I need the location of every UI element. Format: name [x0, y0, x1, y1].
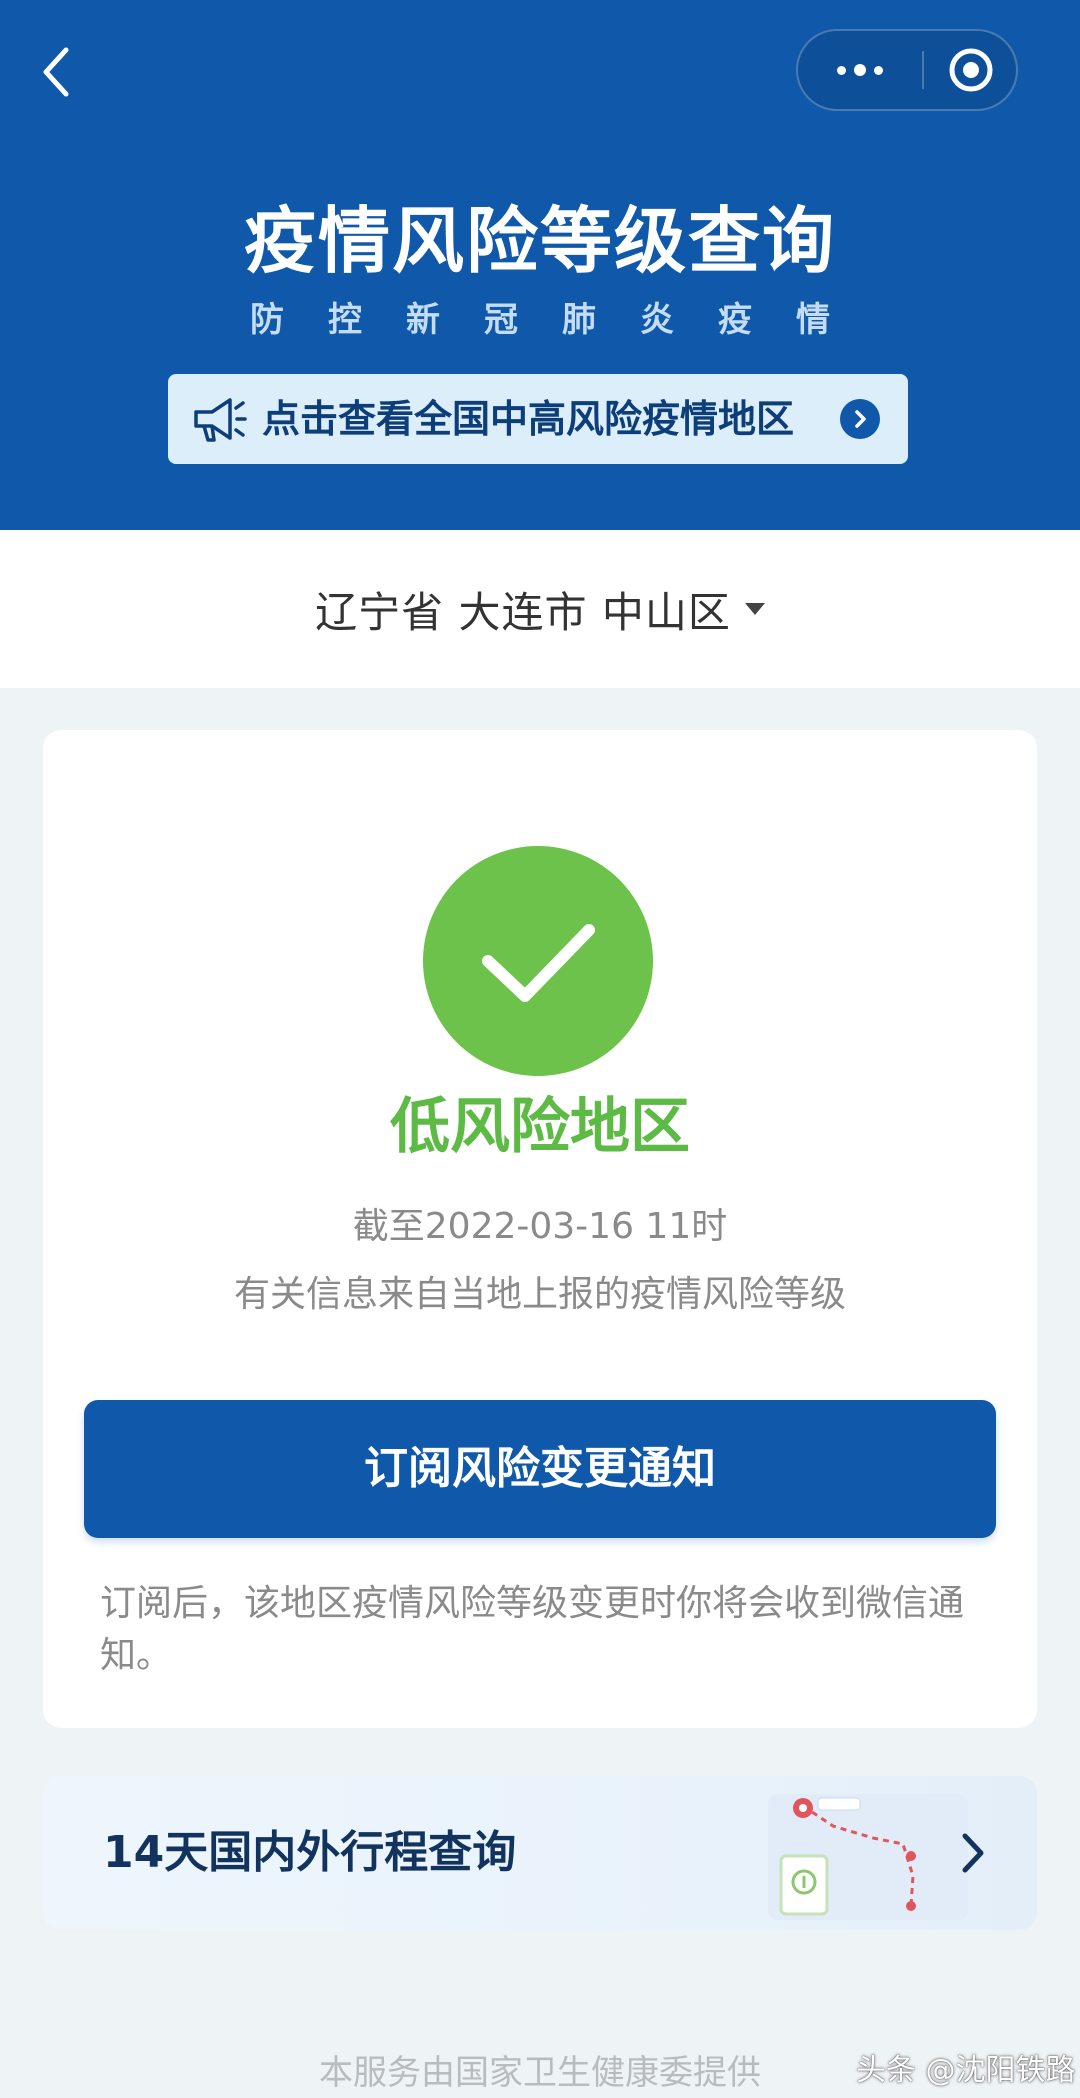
page-title: 疫情风险等级查询: [243, 199, 836, 283]
chevron-right-icon: [962, 1833, 984, 1873]
page-subtitle: 防控新冠肺炎疫情: [250, 300, 874, 340]
subscribe-button[interactable]: 订阅风险变更通知: [84, 1400, 996, 1538]
back-button[interactable]: [34, 40, 84, 100]
more-button[interactable]: [798, 31, 922, 109]
as-of-timestamp: 截至2022-03-16 11时: [352, 1206, 728, 1247]
caret-down-icon: [744, 603, 765, 615]
status-badge: [423, 846, 653, 1076]
risk-result-card: 低风险地区 截至2022-03-16 11时 有关信息来自当地上报的疫情风险等级…: [43, 730, 1037, 1728]
location-selector[interactable]: 辽宁省 大连市 中山区: [0, 530, 1080, 688]
subscribe-note: 订阅后，该地区疫情风险等级变更时你将会收到微信通知。: [100, 1583, 965, 1676]
notice-text: 点击查看全国中高风险疫情地区: [262, 397, 795, 441]
trip-query-card[interactable]: 14天国内外行程查询: [43, 1776, 1037, 1930]
chevron-left-icon: [43, 47, 69, 97]
check-icon: [482, 924, 595, 1002]
location-bar: 辽宁省 大连市 中山区: [0, 530, 1080, 688]
trip-query-label: 14天国内外行程查询: [103, 1827, 517, 1878]
close-button[interactable]: [924, 31, 1018, 109]
more-dot: [874, 65, 883, 75]
risk-level-title: 低风险地区: [390, 1092, 690, 1162]
more-dot: [854, 64, 866, 76]
info-source: 有关信息来自当地上报的疫情风险等级: [233, 1274, 846, 1315]
mini-program-capsule: [796, 29, 1018, 111]
target-close-icon: [949, 48, 993, 92]
map-route-icon: [768, 1794, 968, 1920]
chevron-right-circle-icon: [840, 399, 880, 439]
location-text: 辽宁省 大连市 中山区: [315, 587, 731, 637]
megaphone-icon: [194, 398, 247, 442]
more-dots-icon: [837, 65, 846, 75]
header: 疫情风险等级查询 防控新冠肺炎疫情 点击查看全国中高风险疫情地区: [0, 0, 1080, 530]
watermark: 头条 @沈阳铁路: [856, 2053, 1076, 2088]
high-risk-areas-link[interactable]: 点击查看全国中高风险疫情地区: [168, 374, 908, 464]
